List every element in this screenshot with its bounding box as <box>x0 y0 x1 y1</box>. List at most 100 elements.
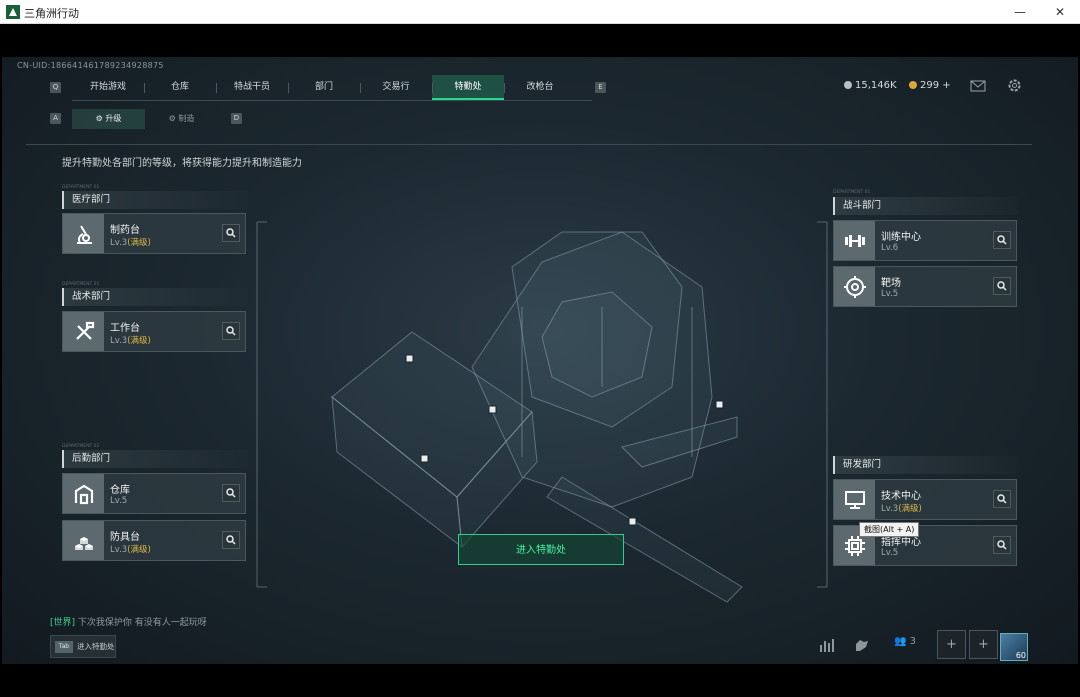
minimize-button[interactable]: — <box>1000 0 1040 24</box>
facility-level: Lv.5 <box>110 496 127 506</box>
search-icon[interactable] <box>993 277 1011 295</box>
level-value: Lv.3 <box>110 336 128 346</box>
game-viewport: CN-UID:186641461789234928875 Q 开始游戏 仓库 特… <box>2 24 1078 696</box>
player-avatar[interactable]: 60 <box>1000 633 1028 661</box>
dept-tiny-label: DEPARTMENT 01 <box>62 185 100 190</box>
facility-level: Lv.3(满级) <box>110 334 151 346</box>
facility-card-shooting-range[interactable]: 靶场 Lv.5 <box>833 266 1017 307</box>
dept-tiny-label: DEPARTMENT 01 <box>62 444 100 449</box>
facility-card-workbench[interactable]: 工作台 Lv.3(满级) <box>62 311 246 352</box>
dept-title-logistics: 后勤部门 <box>62 450 248 468</box>
chat-text: 下次我保护你 有没有人一起玩呀 <box>77 618 207 628</box>
silver-coin-icon <box>844 81 852 89</box>
subnav-right-key[interactable]: D <box>231 113 242 124</box>
tab-market[interactable]: 交易行 <box>360 75 432 100</box>
tab-craft[interactable]: ⚙ 制造 <box>145 109 218 129</box>
window-title: 三角洲行动 <box>24 7 79 20</box>
add-slot-button[interactable]: + <box>937 630 966 659</box>
tab-gunsmith[interactable]: 改枪台 <box>504 75 576 100</box>
tab-operators[interactable]: 特战干员 <box>216 75 288 100</box>
level-value: Lv.3 <box>881 504 899 514</box>
facility-level: Lv.5 <box>881 548 898 558</box>
chat-channel-tag: [世界] <box>50 618 76 628</box>
facility-level: Lv.3(满级) <box>110 543 151 555</box>
search-icon[interactable] <box>222 322 240 340</box>
stats-chart-icon[interactable] <box>817 638 839 652</box>
emote-hand-icon[interactable] <box>852 638 874 652</box>
facility-card-pharmacy[interactable]: 制药台 Lv.3(满级) <box>62 213 246 254</box>
microscope-icon <box>63 214 104 253</box>
facility-name: 防具台 <box>110 532 140 543</box>
dumbbell-icon <box>834 221 875 260</box>
chat-message[interactable]: [世界] 下次我保护你 有没有人一起玩呀 <box>50 615 207 628</box>
facility-card-tech-center[interactable]: 技术中心 Lv.3(满级) <box>833 479 1017 520</box>
facility-name: 制药台 <box>110 225 140 236</box>
screenshot-tooltip: 截图(Alt + A) <box>859 522 920 537</box>
scene-background <box>2 57 1078 664</box>
computer-icon <box>834 480 875 519</box>
app-logo-icon <box>6 5 20 19</box>
sub-nav: ⚙ 升级 ⚙ 制造 <box>72 109 218 129</box>
facility-name: 靶场 <box>881 278 901 289</box>
facility-name: 仓库 <box>110 485 130 496</box>
search-icon[interactable] <box>993 536 1011 554</box>
dept-title-research: 研发部门 <box>833 456 1019 474</box>
tab-upgrade[interactable]: ⚙ 升级 <box>72 109 145 129</box>
gold-coin-icon <box>909 81 917 89</box>
tab-department[interactable]: 部门 <box>288 75 360 100</box>
level-value: Lv.3 <box>110 545 128 555</box>
dept-tiny-label: DEPARTMENT 01 <box>833 190 871 195</box>
tab-start-game[interactable]: 开始游戏 <box>72 75 144 100</box>
add-slot-button[interactable]: + <box>969 630 998 659</box>
facility-level: Lv.5 <box>881 289 898 299</box>
settings-gear-icon[interactable] <box>1007 78 1022 93</box>
facility-level: Lv.3(满级) <box>881 502 922 514</box>
gold-add[interactable]: + <box>942 80 950 91</box>
friends-group[interactable]: 👥 3 <box>894 636 916 647</box>
level-value: Lv.5 <box>881 548 899 558</box>
main-nav: 开始游戏 仓库 特战干员 部门 交易行 特勤处 改枪台 <box>72 75 592 101</box>
nav-left-key[interactable]: Q <box>50 82 61 93</box>
cubes-icon <box>63 521 104 560</box>
level-value: Lv.5 <box>110 496 128 506</box>
facility-card-armor-bench[interactable]: 防具台 Lv.3(满级) <box>62 520 246 561</box>
gold-amount: 299 <box>920 80 940 91</box>
tab-craft-label: 制造 <box>178 114 195 123</box>
player-uid: CN-UID:186641461789234928875 <box>17 61 164 70</box>
search-icon[interactable] <box>222 531 240 549</box>
tab-special-ops[interactable]: 特勤处 <box>432 75 504 100</box>
facility-name: 技术中心 <box>881 491 921 502</box>
mail-icon[interactable] <box>970 80 986 92</box>
gold-currency[interactable]: 299 + <box>909 80 951 91</box>
friends-icon: 👥 <box>894 636 907 647</box>
dept-tiny-label: DEPARTMENT 01 <box>62 282 100 287</box>
building-wireframe <box>256 221 828 603</box>
facility-name: 工作台 <box>110 323 140 334</box>
subnav-left-key[interactable]: A <box>50 113 61 124</box>
tab-hint-label: 进入特勤处 <box>77 642 115 651</box>
close-button[interactable]: ✕ <box>1040 0 1080 24</box>
nav-right-key[interactable]: E <box>595 82 606 93</box>
player-level: 60 <box>1015 651 1026 660</box>
max-level-tag: (满级) <box>898 504 922 514</box>
search-icon[interactable] <box>222 224 240 242</box>
dept-title-tactical: 战术部门 <box>62 288 248 306</box>
facility-card-training-center[interactable]: 训练中心 Lv.6 <box>833 220 1017 261</box>
tab-key-hint[interactable]: Tab 进入特勤处 <box>50 635 116 658</box>
facility-level: Lv.6 <box>881 243 898 253</box>
search-icon[interactable] <box>222 484 240 502</box>
max-level-tag: (满级) <box>127 238 151 248</box>
enter-special-ops-button[interactable]: 进入特勤处 <box>458 534 624 565</box>
search-icon[interactable] <box>993 490 1011 508</box>
facility-card-warehouse[interactable]: 仓库 Lv.5 <box>62 473 246 514</box>
facility-level: Lv.3(满级) <box>110 236 151 248</box>
tab-key: Tab <box>55 641 73 653</box>
level-value: Lv.3 <box>110 238 128 248</box>
level-value: Lv.6 <box>881 243 899 253</box>
level-value: Lv.5 <box>881 289 899 299</box>
facility-name: 训练中心 <box>881 232 921 243</box>
upgrade-icon: ⚙ <box>95 114 106 123</box>
page-description: 提升特勤处各部门的等级，将获得能力提升和制造能力 <box>62 158 302 169</box>
tab-warehouse[interactable]: 仓库 <box>144 75 216 100</box>
search-icon[interactable] <box>993 231 1011 249</box>
